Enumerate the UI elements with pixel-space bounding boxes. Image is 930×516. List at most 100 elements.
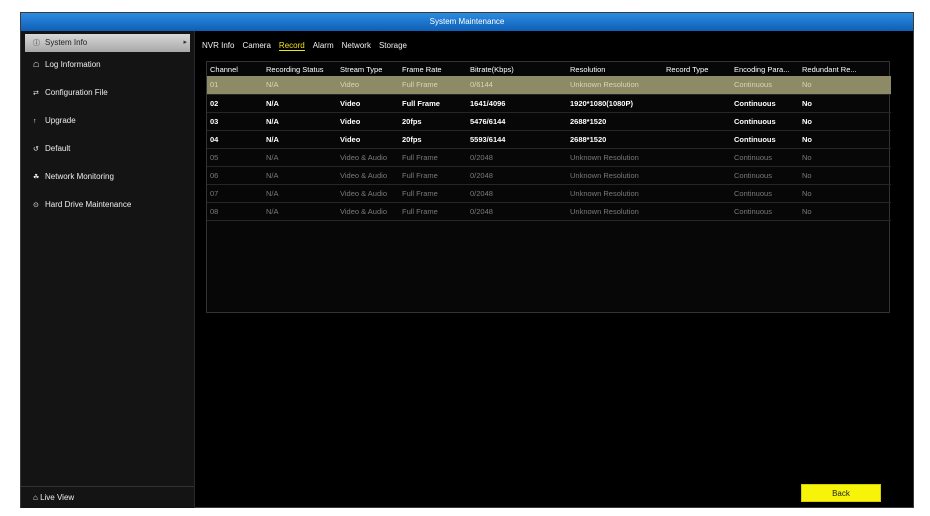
tab-alarm[interactable]: Alarm	[313, 41, 334, 50]
window-title: System Maintenance	[21, 13, 913, 31]
table-cell: 1641/4096	[467, 94, 567, 113]
table-cell: No	[799, 202, 891, 221]
home-icon: ⌂	[33, 493, 38, 502]
sidebar-item-label: System Info	[45, 38, 88, 47]
table-cell: N/A	[263, 202, 337, 221]
table-cell: No	[799, 148, 891, 167]
sidebar-item-label: Log Information	[45, 60, 101, 69]
tab-storage[interactable]: Storage	[379, 41, 407, 50]
table-cell	[663, 166, 731, 185]
table-cell	[663, 94, 731, 113]
table-cell: Video & Audio	[337, 202, 399, 221]
sidebar-item-configuration-file[interactable]: ⇄ Configuration File	[21, 80, 194, 108]
table-cell: Video & Audio	[337, 166, 399, 185]
table-cell: N/A	[263, 112, 337, 131]
sidebar-item-log-information[interactable]: ☖ Log Information	[21, 52, 194, 80]
sidebar-item-network-monitoring[interactable]: ☘ Network Monitoring	[21, 164, 194, 192]
table-row[interactable]: 06 N/A Video & Audio Full Frame 0/2048 Unknow…	[207, 166, 891, 185]
table-cell: Video	[337, 76, 399, 95]
network-icon: ☘	[33, 174, 40, 181]
table-cell: 20fps	[399, 130, 467, 149]
main-panel: NVR Info Camera Record Alarm Network Storage …	[196, 31, 912, 508]
info-icon: ⓘ	[33, 40, 40, 47]
table-cell: 07	[207, 184, 263, 203]
table-cell: N/A	[263, 166, 337, 185]
table-row[interactable]: 07 N/A Video & Audio Full Frame 0/2048 Unknow…	[207, 184, 891, 203]
table-cell: 0/2048	[467, 184, 567, 203]
table-cell: 5476/6144	[467, 112, 567, 131]
table-header-row: Channel Recording Status Stream Type Frame …	[207, 62, 891, 76]
table-cell: 1920*1080(1080P)	[567, 94, 663, 113]
table-row[interactable]: 04 N/A Video 20fps 5593/6144 2688*1520 Continu…	[207, 130, 891, 149]
sidebar-item-label: Upgrade	[45, 116, 76, 125]
table-cell	[663, 112, 731, 131]
table-row[interactable]: 02 N/A Video Full Frame 1641/4096 1920*1080(1…	[207, 94, 891, 113]
table-cell: 06	[207, 166, 263, 185]
table-cell: Continuous	[731, 202, 799, 221]
column-header[interactable]: Resolution	[567, 62, 663, 76]
tab-record[interactable]: Record	[278, 41, 305, 51]
table-cell	[663, 130, 731, 149]
sidebar-item-label: Network Monitoring	[45, 172, 114, 181]
back-button[interactable]: Back	[801, 484, 881, 502]
table-cell: Continuous	[731, 184, 799, 203]
sidebar-item-live-view[interactable]: ⌂ Live View	[21, 486, 194, 508]
column-header[interactable]: Bitrate(Kbps)	[467, 62, 567, 76]
config-file-icon: ⇄	[33, 90, 39, 97]
column-header[interactable]: Channel	[207, 62, 263, 76]
table-cell: 04	[207, 130, 263, 149]
table-cell: Full Frame	[399, 202, 467, 221]
table-cell: Continuous	[731, 148, 799, 167]
table-cell: No	[799, 166, 891, 185]
tab-nvr-info[interactable]: NVR Info	[202, 41, 234, 50]
table-cell: N/A	[263, 148, 337, 167]
table-row[interactable]: 03 N/A Video 20fps 5476/6144 2688*1520 Continu…	[207, 112, 891, 131]
column-header[interactable]: Record Type	[663, 62, 731, 76]
table-cell: Unknown Resolution	[567, 166, 663, 185]
table-cell: Video	[337, 94, 399, 113]
sidebar-item-default[interactable]: ↺ Default	[21, 136, 194, 164]
sidebar-item-upgrade[interactable]: ↑ Upgrade	[21, 108, 194, 136]
table-cell: No	[799, 76, 891, 95]
hard-drive-icon: ⊙	[33, 202, 39, 209]
table-cell: Full Frame	[399, 166, 467, 185]
table-cell: Video & Audio	[337, 184, 399, 203]
table-cell: 0/2048	[467, 148, 567, 167]
table-cell: Unknown Resolution	[567, 202, 663, 221]
table-cell: 0/2048	[467, 202, 567, 221]
tab-camera[interactable]: Camera	[242, 41, 270, 50]
table-cell: 02	[207, 94, 263, 113]
column-header[interactable]: Redundant Re...	[799, 62, 891, 76]
column-header[interactable]: Encoding Para...	[731, 62, 799, 76]
table-cell: Continuous	[731, 166, 799, 185]
sidebar-item-hard-drive-maintenance[interactable]: ⊙ Hard Drive Maintenance	[21, 192, 194, 220]
upgrade-icon: ↑	[33, 118, 37, 125]
table-cell: 0/6144	[467, 76, 567, 95]
sidebar-item-label: Live View	[40, 493, 75, 502]
table-cell: 20fps	[399, 112, 467, 131]
tab-network[interactable]: Network	[342, 41, 371, 50]
table-cell: Unknown Resolution	[567, 148, 663, 167]
column-header[interactable]: Recording Status	[263, 62, 337, 76]
table-cell: 08	[207, 202, 263, 221]
table-cell	[663, 76, 731, 95]
column-header[interactable]: Stream Type	[337, 62, 399, 76]
table-row[interactable]: 05 N/A Video & Audio Full Frame 0/2048 Unknow…	[207, 148, 891, 167]
table-cell: No	[799, 112, 891, 131]
default-icon: ↺	[33, 146, 39, 153]
table-row[interactable]: 01 N/A Video Full Frame 0/6144 Unknown Resolu…	[207, 76, 891, 95]
table-cell: Continuous	[731, 130, 799, 149]
chevron-right-icon: ▸	[183, 39, 187, 46]
sidebar-item-system-info[interactable]: ⓘ System Info ▸	[25, 34, 190, 52]
table-cell	[663, 184, 731, 203]
table-cell: Full Frame	[399, 76, 467, 95]
table-cell: N/A	[263, 184, 337, 203]
table-cell: Full Frame	[399, 184, 467, 203]
tab-bar: NVR Info Camera Record Alarm Network Storage	[202, 41, 415, 55]
table-cell: Video	[337, 112, 399, 131]
table-row[interactable]: 08 N/A Video & Audio Full Frame 0/2048 Unknow…	[207, 202, 891, 221]
table-cell: Continuous	[731, 76, 799, 95]
column-header[interactable]: Frame Rate	[399, 62, 467, 76]
table-cell: No	[799, 94, 891, 113]
log-icon: ☖	[33, 62, 40, 69]
